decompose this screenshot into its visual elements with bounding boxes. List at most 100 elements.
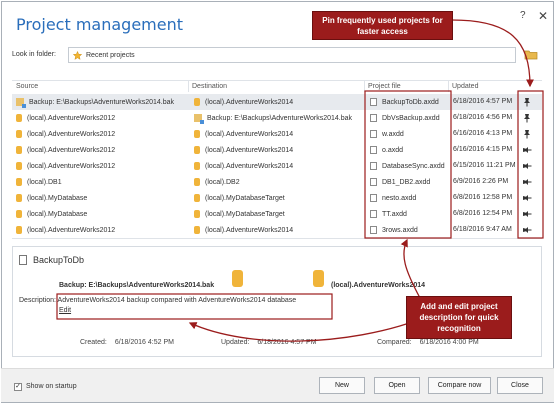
- table-row[interactable]: (local).MyDatabase (local).MyDatabaseTarg…: [12, 206, 542, 222]
- projects-grid: Source Destination Project file Updated …: [12, 80, 542, 239]
- project-file-cell-text: DatabaseSync.axdd: [382, 162, 445, 170]
- table-row[interactable]: (local).AdventureWorks2012 (local).Advent…: [12, 222, 542, 238]
- column-header-project-file[interactable]: Project file: [368, 83, 401, 90]
- look-in-folder-label: Look in folder:: [12, 51, 56, 58]
- document-icon: [19, 255, 27, 265]
- pin-icon[interactable]: [522, 145, 532, 155]
- backup-icon: [16, 98, 26, 108]
- column-header-destination[interactable]: Destination: [192, 83, 227, 90]
- pin-icon[interactable]: [522, 161, 532, 171]
- file-icon: [370, 210, 377, 218]
- table-row[interactable]: (local).MyDatabase (local).MyDatabaseTarg…: [12, 190, 542, 206]
- close-icon[interactable]: ✕: [538, 9, 548, 23]
- source-cell-text: (local).AdventureWorks2012: [27, 226, 116, 234]
- table-row[interactable]: (local).AdventureWorks2012 (local).Advent…: [12, 142, 542, 158]
- file-icon: [370, 146, 377, 154]
- description-callout: Add and edit project description for qui…: [406, 296, 512, 339]
- source-cell-text: (local).AdventureWorks2012: [27, 162, 116, 170]
- pin-icon[interactable]: [522, 225, 532, 235]
- file-icon: [370, 98, 377, 106]
- pin-icon[interactable]: [522, 209, 532, 219]
- database-icon: [194, 130, 200, 138]
- updated-cell: 6/18/2016 4:56 PM: [453, 114, 513, 121]
- show-on-startup-checkbox[interactable]: ✓: [14, 383, 22, 391]
- table-row[interactable]: (local).DB1 (local).DB2 DB1_DB2.axdd 6/9/20…: [12, 174, 542, 190]
- project-file-cell: w.axdd: [370, 130, 404, 138]
- database-icon: [16, 130, 22, 138]
- project-file-cell-text: w.axdd: [382, 130, 404, 138]
- database-icon: [313, 270, 324, 287]
- destination-cell: (local).MyDatabaseTarget: [194, 210, 285, 218]
- file-icon: [370, 114, 377, 122]
- window-title: Project management: [16, 15, 184, 34]
- destination-cell-text: Backup: E:\Backups\AdventureWorks2014.ba…: [207, 114, 353, 122]
- source-cell: (local).MyDatabase: [16, 210, 87, 218]
- updated-cell: 6/8/2016 12:58 PM: [453, 194, 513, 201]
- compared-label: Compared:: [377, 339, 412, 346]
- destination-cell: (local).AdventureWorks2014: [194, 146, 293, 154]
- database-icon: [194, 146, 200, 154]
- project-file-cell: o.axdd: [370, 146, 403, 154]
- database-icon: [16, 162, 22, 170]
- table-row[interactable]: Backup: E:\Backups\AdventureWorks2014.ba…: [12, 94, 542, 110]
- column-divider: [448, 81, 449, 92]
- project-file-cell: 3rows.axdd: [370, 226, 418, 234]
- look-in-folder-select[interactable]: Recent projects: [68, 47, 516, 63]
- project-file-cell: DbVsBackup.axdd: [370, 114, 440, 122]
- close-button[interactable]: Close: [497, 377, 543, 394]
- project-file-cell-text: DB1_DB2.axdd: [382, 178, 431, 186]
- destination-cell: Backup: E:\Backups\AdventureWorks2014.ba…: [194, 114, 353, 124]
- destination-cell-text: (local).AdventureWorks2014: [205, 146, 294, 154]
- updated-cell: 6/18/2016 4:57 PM: [453, 98, 513, 105]
- backup-icon: [194, 114, 204, 124]
- database-icon: [194, 226, 200, 234]
- updated-cell: 6/16/2016 4:15 PM: [453, 146, 513, 153]
- source-cell: (local).AdventureWorks2012: [16, 146, 115, 154]
- table-row[interactable]: (local).AdventureWorks2012 (local).Advent…: [12, 126, 542, 142]
- destination-cell: (local).AdventureWorks2014: [194, 130, 293, 138]
- file-icon: [370, 226, 377, 234]
- updated-label: Updated:: [221, 339, 250, 346]
- compared-value: 6/18/2016 4:00 PM: [419, 339, 479, 346]
- table-row[interactable]: (local).AdventureWorks2012 (local).Advent…: [12, 158, 542, 174]
- help-button[interactable]: ?: [520, 10, 526, 21]
- source-cell-text: (local).AdventureWorks2012: [27, 114, 116, 122]
- pinned-icon[interactable]: [522, 129, 532, 139]
- updated-cell: 6/15/2016 11:21 PM: [453, 162, 516, 169]
- pinned-icon[interactable]: [522, 97, 532, 107]
- destination-cell: (local).DB2: [194, 178, 240, 186]
- file-icon: [370, 130, 377, 138]
- new-button[interactable]: New: [319, 377, 365, 394]
- description-label: Description:: [19, 297, 56, 304]
- dialog-footer: ✓ Show on startup New Open Compare now C…: [1, 368, 554, 402]
- project-file-cell: TT.axdd: [370, 210, 407, 218]
- source-cell: (local).DB1: [16, 178, 62, 186]
- database-icon: [16, 210, 22, 218]
- compared-info: Compared: 6/18/2016 4:00 PM: [377, 339, 479, 346]
- source-cell: (local).AdventureWorks2012: [16, 226, 115, 234]
- edit-description-link[interactable]: Edit: [59, 307, 71, 314]
- project-file-cell-text: o.axdd: [382, 146, 404, 154]
- source-cell-text: (local).AdventureWorks2012: [27, 146, 116, 154]
- open-button[interactable]: Open: [374, 377, 420, 394]
- created-value: 6/18/2016 4:52 PM: [114, 339, 174, 346]
- destination-cell-text: (local).MyDatabaseTarget: [205, 210, 285, 218]
- pinned-icon[interactable]: [522, 113, 532, 123]
- project-file-cell: DatabaseSync.axdd: [370, 162, 445, 170]
- pin-icon[interactable]: [522, 193, 532, 203]
- table-row[interactable]: (local).AdventureWorks2012 Backup: E:\Bac…: [12, 110, 542, 126]
- open-folder-icon[interactable]: [524, 48, 538, 60]
- column-header-source[interactable]: Source: [16, 83, 38, 90]
- show-on-startup-label: Show on startup: [26, 383, 77, 390]
- database-icon: [16, 114, 22, 122]
- details-title: BackupToDb: [19, 255, 84, 265]
- project-file-cell: nesto.axdd: [370, 194, 416, 202]
- compare-now-button[interactable]: Compare now: [428, 377, 491, 394]
- destination-cell-text: (local).MyDatabaseTarget: [205, 194, 285, 202]
- column-header-updated[interactable]: Updated: [452, 83, 478, 90]
- project-file-cell-text: 3rows.axdd: [382, 226, 418, 234]
- destination-cell: (local).AdventureWorks2014: [194, 226, 293, 234]
- project-file-cell: DB1_DB2.axdd: [370, 178, 430, 186]
- pin-icon[interactable]: [522, 177, 532, 187]
- database-icon: [16, 194, 22, 202]
